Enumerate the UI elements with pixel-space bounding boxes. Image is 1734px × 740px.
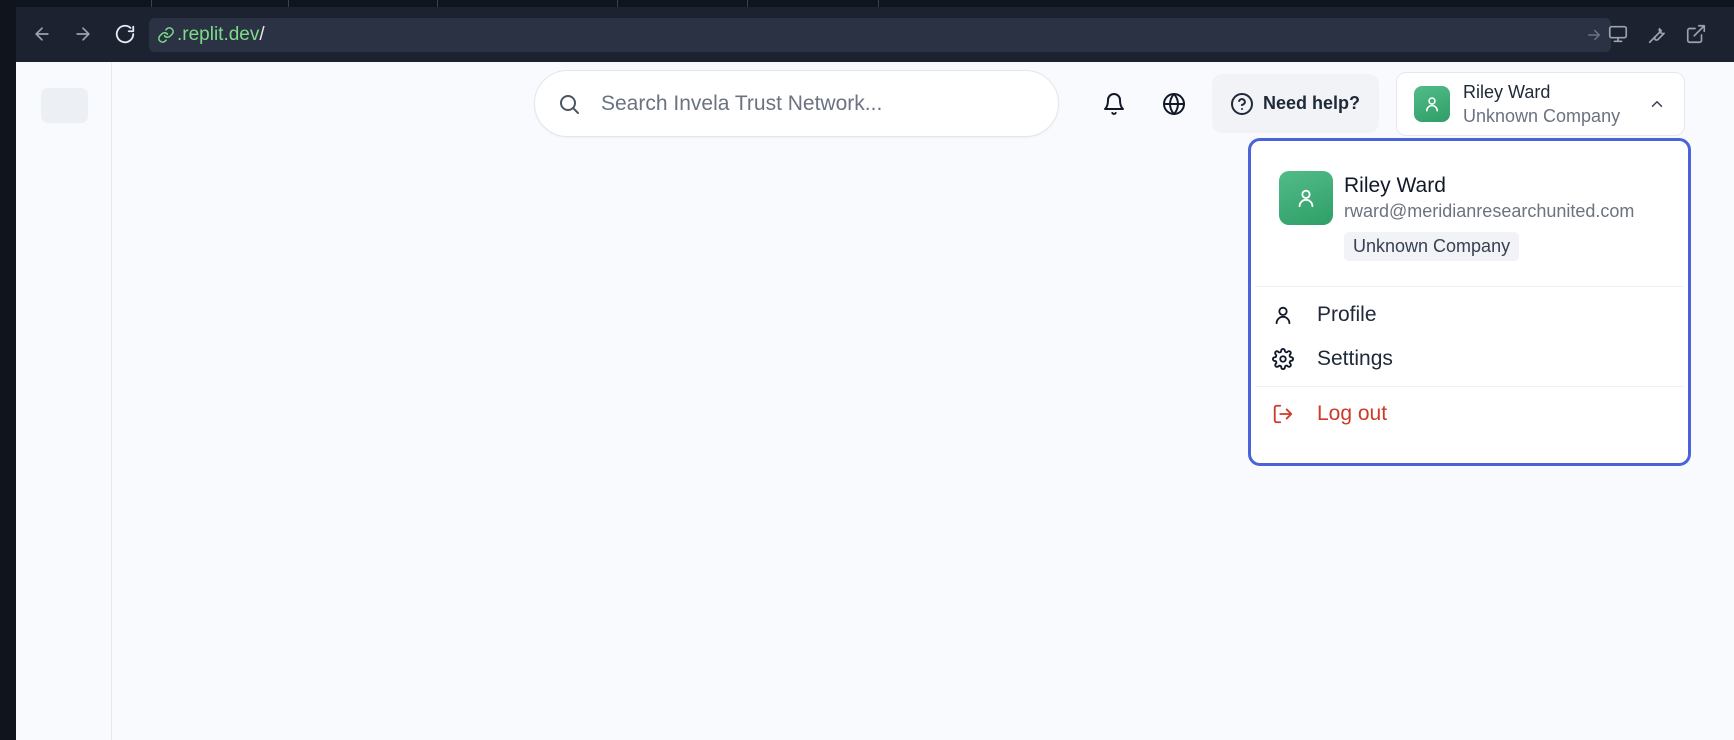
menu-item-label: Profile — [1317, 303, 1377, 326]
url-path: / — [259, 24, 265, 45]
window-edge — [0, 0, 16, 740]
search-icon — [560, 95, 579, 114]
menu-user-name: Riley Ward — [1344, 174, 1446, 197]
sidebar-logo-placeholder — [41, 88, 88, 123]
language-button[interactable] — [1154, 84, 1194, 124]
menu-item-logout[interactable]: Log out — [1255, 391, 1684, 435]
menu-divider — [1255, 286, 1684, 287]
menu-item-profile[interactable]: Profile — [1255, 292, 1684, 336]
devices-button[interactable] — [1604, 20, 1632, 48]
help-circle-icon — [1231, 92, 1253, 115]
avatar — [1279, 171, 1333, 225]
menu-item-settings[interactable]: Settings — [1255, 336, 1684, 380]
link-icon — [158, 27, 174, 43]
help-button[interactable]: Need help? — [1212, 74, 1379, 133]
user-icon — [1271, 303, 1295, 327]
user-icon — [1426, 97, 1438, 112]
chevron-up-icon — [1651, 101, 1663, 107]
gear-icon — [1271, 347, 1295, 371]
address-bar[interactable]: .replit.dev / — [149, 18, 1611, 52]
notifications-button[interactable] — [1094, 84, 1134, 124]
go-arrow-icon[interactable] — [1585, 26, 1603, 44]
menu-user-email: rward@meridianresearchunited.com — [1344, 201, 1635, 221]
app-page: Need help? Riley Ward Unknown Company Ri… — [16, 62, 1734, 740]
menu-divider — [1255, 386, 1684, 387]
tab-separator — [437, 0, 438, 7]
open-new-tab-button[interactable] — [1682, 20, 1710, 48]
search-bar[interactable] — [534, 70, 1059, 137]
arrow-right-icon — [76, 27, 90, 41]
user-company: Unknown Company — [1463, 106, 1621, 126]
user-icon — [1298, 189, 1314, 208]
sidebar — [16, 62, 112, 740]
url-domain: .replit.dev — [177, 24, 260, 45]
back-button[interactable] — [28, 20, 56, 48]
external-link-icon — [1686, 24, 1706, 44]
tab-separator — [288, 0, 289, 7]
forward-button[interactable] — [69, 20, 97, 48]
browser-toolbar: .replit.dev / — [16, 7, 1734, 62]
devtools-button[interactable] — [1643, 20, 1671, 48]
user-dropdown-menu: Riley Ward rward@meridianresearchunited.… — [1248, 138, 1691, 466]
wrench-icon — [1648, 27, 1665, 44]
user-menu-button[interactable]: Riley Ward Unknown Company — [1396, 72, 1685, 136]
tab-separator — [617, 0, 618, 7]
user-name: Riley Ward — [1463, 82, 1551, 102]
tab-separator — [151, 0, 152, 7]
globe-icon — [1163, 93, 1185, 115]
tab-separator — [747, 0, 748, 7]
logout-icon — [1271, 402, 1295, 426]
tab-separator — [878, 0, 879, 7]
avatar — [1414, 86, 1450, 122]
menu-item-label: Log out — [1317, 402, 1388, 425]
arrow-left-icon — [35, 27, 49, 41]
help-label: Need help? — [1263, 93, 1361, 113]
search-input[interactable] — [601, 89, 1031, 119]
company-badge: Unknown Company — [1344, 232, 1520, 261]
menu-item-label: Settings — [1317, 347, 1393, 370]
bell-icon — [1104, 93, 1124, 115]
reload-icon — [115, 24, 135, 44]
monitor-icon — [1608, 25, 1628, 43]
reload-button[interactable] — [111, 20, 139, 48]
